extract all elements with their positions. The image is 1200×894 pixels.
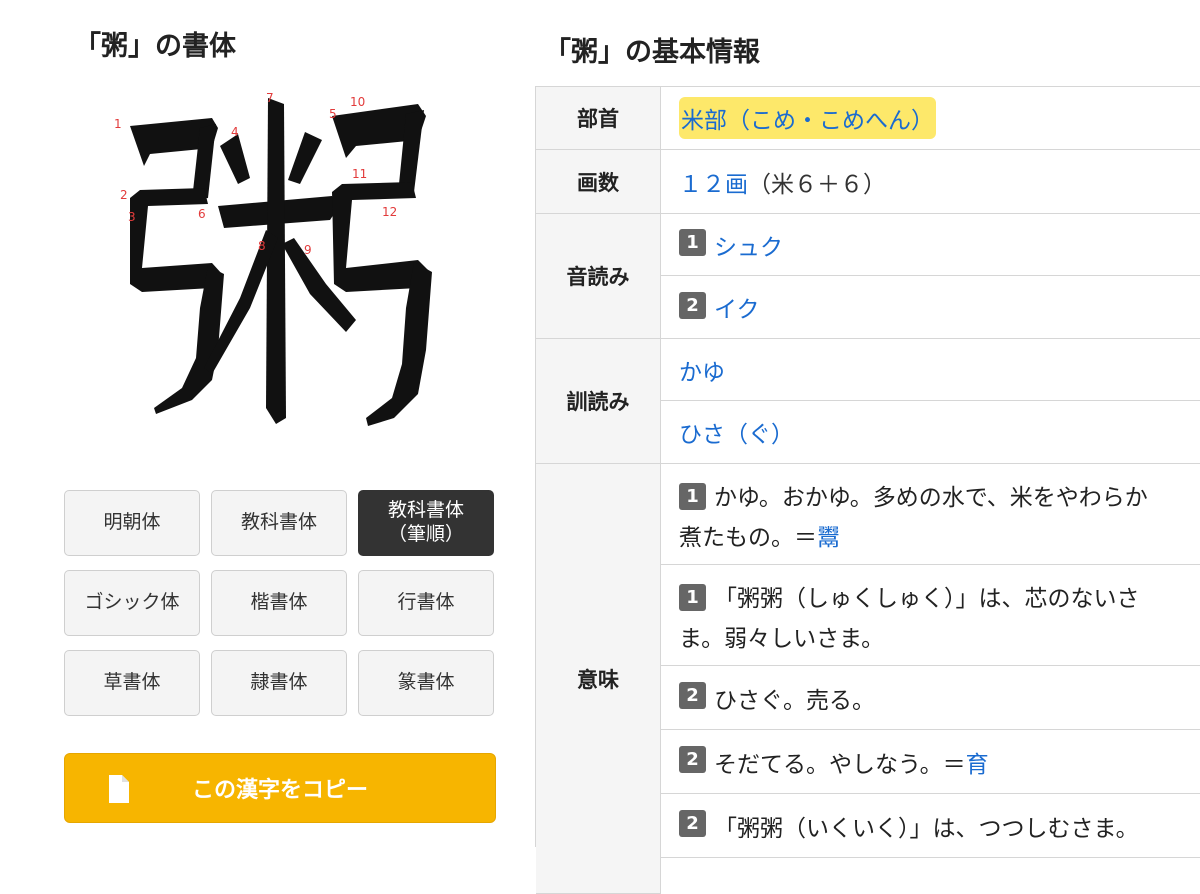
stroke-number-label: 1 [114,117,122,131]
basic-info-table: 部首 米部（こめ・こめへん） 画数 １２画 （米６＋６） 音読み 1 シュク 2… [535,86,1200,894]
meaning-text: そだてる。やしなう。＝ [714,751,966,778]
stroke-number-label: 4 [231,125,239,139]
typeface-button-reisho[interactable]: 隷書体 [211,650,347,716]
row-value-kakusu: １２画 （米６＋６） [661,150,1200,214]
meaning-item: 1 「粥粥（しゅくしゅく）」は、芯のないさ ま。弱々しいさま。 [661,565,1200,666]
typeface-button-kaisho[interactable]: 楷書体 [211,570,347,636]
row-value-bushu: 米部（こめ・こめへん） [661,87,1200,150]
copy-button-label: この漢字をコピー [191,778,368,803]
onyomi-link[interactable]: シュク [714,228,783,262]
meaning-number-badge: 1 [679,229,706,256]
stroke-number-label: 11 [352,167,367,181]
typeface-button-sosho[interactable]: 草書体 [64,650,200,716]
typeface-button-kyokasho[interactable]: 教科書体 [211,490,347,556]
bushu-link[interactable]: 米部（こめ・こめへん） [679,97,936,139]
meaning-text-cont: 煮たもの。＝ [679,525,817,551]
row-header-kakusu: 画数 [536,150,661,214]
stroke-count-detail: （米６＋６） [748,171,886,198]
stroke-number-label: 7 [266,91,274,105]
typeface-button-kyokasho-stroke-order[interactable]: 教科書体 （筆順） [358,490,494,556]
meaning-text: ひさぐ。売る。 [714,687,875,714]
meaning-number-badge: 1 [679,584,706,611]
stroke-number-label: 12 [382,205,397,219]
kunyomi-link[interactable]: かゆ [679,353,725,387]
related-kanji-link[interactable]: 育 [966,745,989,779]
meaning-number-badge: 2 [679,746,706,773]
meaning-number-badge: 2 [679,291,706,319]
row-header-imi: 意味 [536,464,661,894]
meaning-text: 「粥粥（しゅくしゅく）」は、芯のないさ [714,586,1140,612]
stroke-number-label: 3 [128,210,136,224]
meaning-item: 2 そだてる。やしなう。＝育 [661,730,1200,794]
row-header-onyomi: 音読み [536,214,661,339]
typeface-button-mincho[interactable]: 明朝体 [64,490,200,556]
onyomi-link[interactable]: イク [714,290,760,324]
stroke-number-label: 2 [120,188,128,202]
kunyomi-item: かゆ [661,339,1200,401]
stroke-count-link[interactable]: １２画 [679,165,748,199]
kunyomi-item: ひさ（ぐ） [661,401,1200,464]
stroke-number-label: 5 [329,107,337,121]
meaning-item: 2 ひさぐ。売る。 [661,666,1200,730]
meaning-number-badge: 1 [679,483,706,510]
document-icon [109,775,129,803]
typeface-button-gyosho[interactable]: 行書体 [358,570,494,636]
page-title-basic-info: 「粥」の基本情報 [544,37,760,68]
meaning-number-badge: 2 [679,810,706,837]
meaning-number-badge: 2 [679,682,706,709]
kanji-glyph-image: 1 2 3 4 5 6 7 8 9 10 11 12 [114,91,432,426]
page-title-typefaces: 「粥」の書体 [74,31,236,62]
stroke-number-label: 8 [258,239,266,253]
typeface-button-tensho[interactable]: 篆書体 [358,650,494,716]
meaning-item: 2 「粥粥（いくいく）」は、つつしむさま。 [661,794,1200,858]
row-header-kunyomi: 訓読み [536,339,661,464]
stroke-number-label: 6 [198,207,206,221]
meaning-text: 「粥粥（いくいく）」は、つつしむさま。 [714,815,1139,842]
meaning-item: 1 かゆ。おかゆ。多めの水で、米をやわらか 煮たもの。＝鬻 [661,464,1200,565]
typeface-button-gothic[interactable]: ゴシック体 [64,570,200,636]
meaning-text-cont: ま。弱々しいさま。 [679,626,885,652]
row-header-bushu: 部首 [536,87,661,150]
onyomi-item: 1 シュク [661,214,1200,276]
meaning-text: かゆ。おかゆ。多めの水で、米をやわらか [714,485,1148,511]
copy-kanji-button[interactable]: この漢字をコピー [64,753,496,823]
onyomi-item: 2 イク [661,276,1200,339]
related-kanji-link[interactable]: 鬻 [817,525,840,551]
stroke-number-label: 9 [304,243,312,257]
stroke-number-label: 10 [350,95,365,109]
kunyomi-link[interactable]: ひさ（ぐ） [679,415,794,449]
